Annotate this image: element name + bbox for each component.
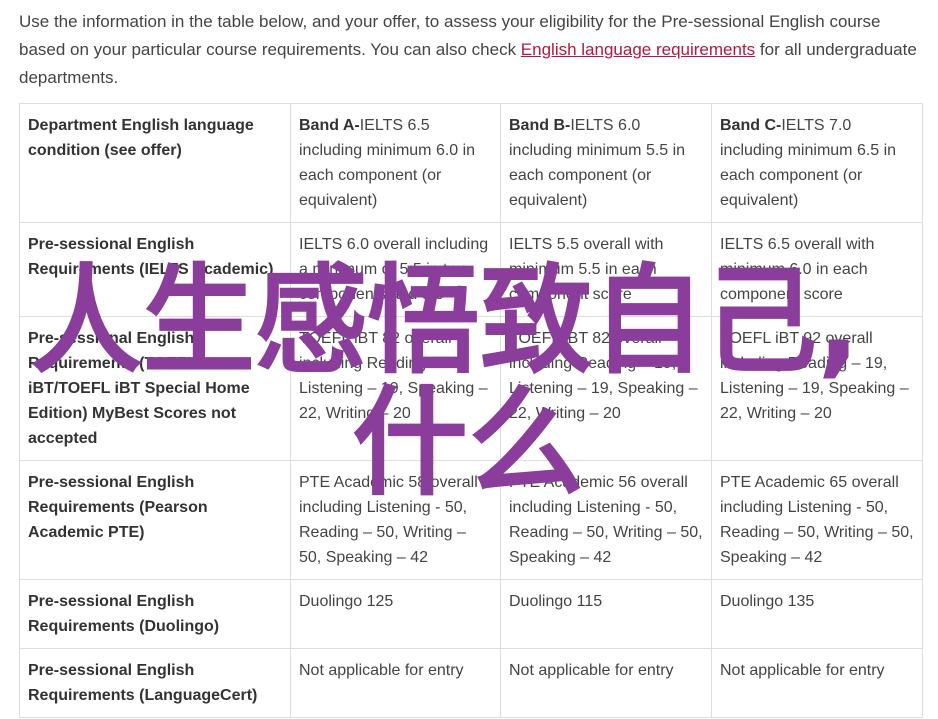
table-row-duolingo: Pre-sessional English Requirements (Duol…	[19, 579, 923, 649]
table-cell: Not applicable for entry	[500, 648, 712, 718]
table-cell: PTE Academic 65 overall including Listen…	[711, 460, 923, 580]
row-label: Pre-sessional English Requirements (IELT…	[19, 222, 291, 317]
table-cell: Duolingo 135	[711, 579, 923, 649]
table-cell: TOEFL iBT 82 overall including Reading –…	[500, 316, 712, 461]
row-label: Pre-sessional English Requirements (TOEF…	[19, 316, 291, 461]
band-a-cell: Band A-IELTS 6.5 including minimum 6.0 i…	[290, 103, 501, 223]
row-label: Pre-sessional English Requirements (Duol…	[19, 579, 291, 649]
table-cell: IELTS 6.5 overall with minimum 6.0 in ea…	[711, 222, 923, 317]
table-cell: Duolingo 125	[290, 579, 501, 649]
requirements-table: Department English language condition (s…	[19, 103, 923, 718]
table-row-ielts: Pre-sessional English Requirements (IELT…	[19, 222, 923, 317]
table-header-row: Department English language condition (s…	[19, 103, 923, 223]
table-row-toefl: Pre-sessional English Requirements (TOEF…	[19, 316, 923, 461]
table-row-pte: Pre-sessional English Requirements (Pear…	[19, 460, 923, 580]
table-cell: Not applicable for entry	[711, 648, 923, 718]
table-cell: TOEFL iBT 82 overall including Reading –…	[290, 316, 501, 461]
band-c-name: Band C-	[720, 117, 782, 134]
band-b-name: Band B-	[509, 117, 571, 134]
table-cell: Not applicable for entry	[290, 648, 501, 718]
band-c-cell: Band C-IELTS 7.0 including minimum 6.5 i…	[711, 103, 923, 223]
table-cell: PTE Academic 58 overall including Listen…	[290, 460, 501, 580]
row-label: Pre-sessional English Requirements (Lang…	[19, 648, 291, 718]
english-language-requirements-link[interactable]: English language requirements	[521, 40, 755, 59]
band-b-cell: Band B-IELTS 6.0 including minimum 5.5 i…	[500, 103, 712, 223]
header-label-cell: Department English language condition (s…	[19, 103, 291, 223]
row-label: Pre-sessional English Requirements (Pear…	[19, 460, 291, 580]
table-cell: Duolingo 115	[500, 579, 712, 649]
table-cell: IELTS 5.5 overall with minimum 5.5 in ea…	[500, 222, 712, 317]
table-row-languagecert: Pre-sessional English Requirements (Lang…	[19, 648, 923, 718]
intro-paragraph: Use the information in the table below, …	[19, 8, 924, 92]
table-cell: TOEFL iBT 92 overall including Reading –…	[711, 316, 923, 461]
table-cell: IELTS 6.0 overall including a minimum of…	[290, 222, 501, 317]
table-cell: PTE Academic 56 overall including Listen…	[500, 460, 712, 580]
band-a-name: Band A-	[299, 117, 360, 134]
